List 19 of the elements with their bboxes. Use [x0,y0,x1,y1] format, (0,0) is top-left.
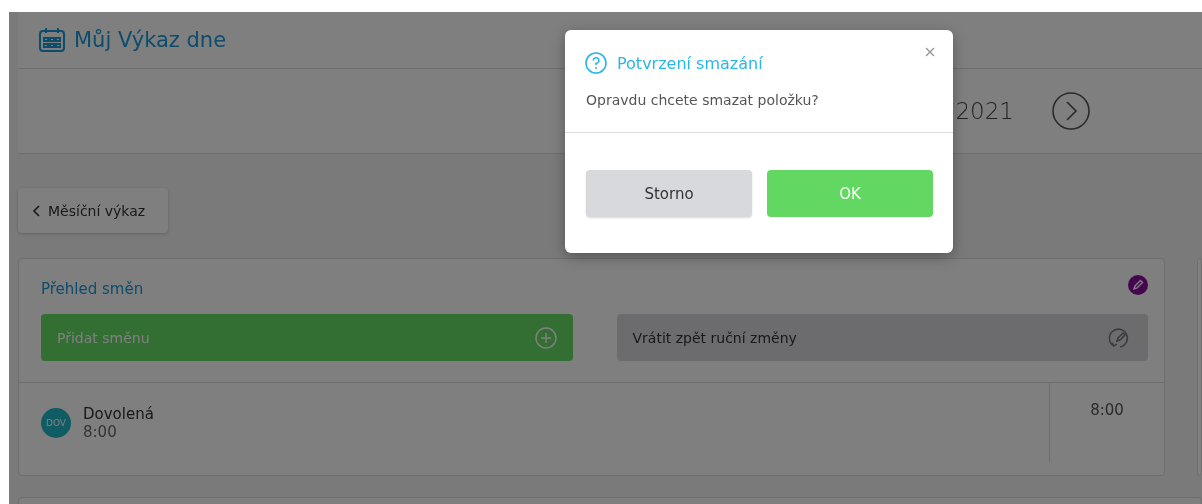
page-title: Můj Výkaz dne [74,28,227,52]
shift-badge: DOV [41,407,71,438]
shift-total: 8:00 [1090,401,1124,419]
calendar-icon [38,27,66,53]
panel-title: Přehled směn [41,280,144,298]
shift-name: Dovolená [83,404,154,423]
date-text: 2021 [955,98,1014,124]
back-button[interactable]: Měsíční výkaz [18,188,168,233]
shift-time: 8:00 [83,422,118,441]
cancel-button[interactable]: Storno [586,170,752,217]
pencil-icon[interactable] [1128,275,1148,295]
chevron-left-icon [32,204,40,217]
plus-circle-icon [534,326,557,349]
dialog-message: Opravdu chcete smazat položku? [586,92,819,108]
dialog-title: Potvrzení smazání [617,53,763,73]
question-icon [585,52,607,74]
revert-button[interactable]: Vrátit zpět ruční změny [616,314,1148,361]
close-icon[interactable] [923,45,937,59]
ok-button[interactable]: OK [767,170,933,217]
